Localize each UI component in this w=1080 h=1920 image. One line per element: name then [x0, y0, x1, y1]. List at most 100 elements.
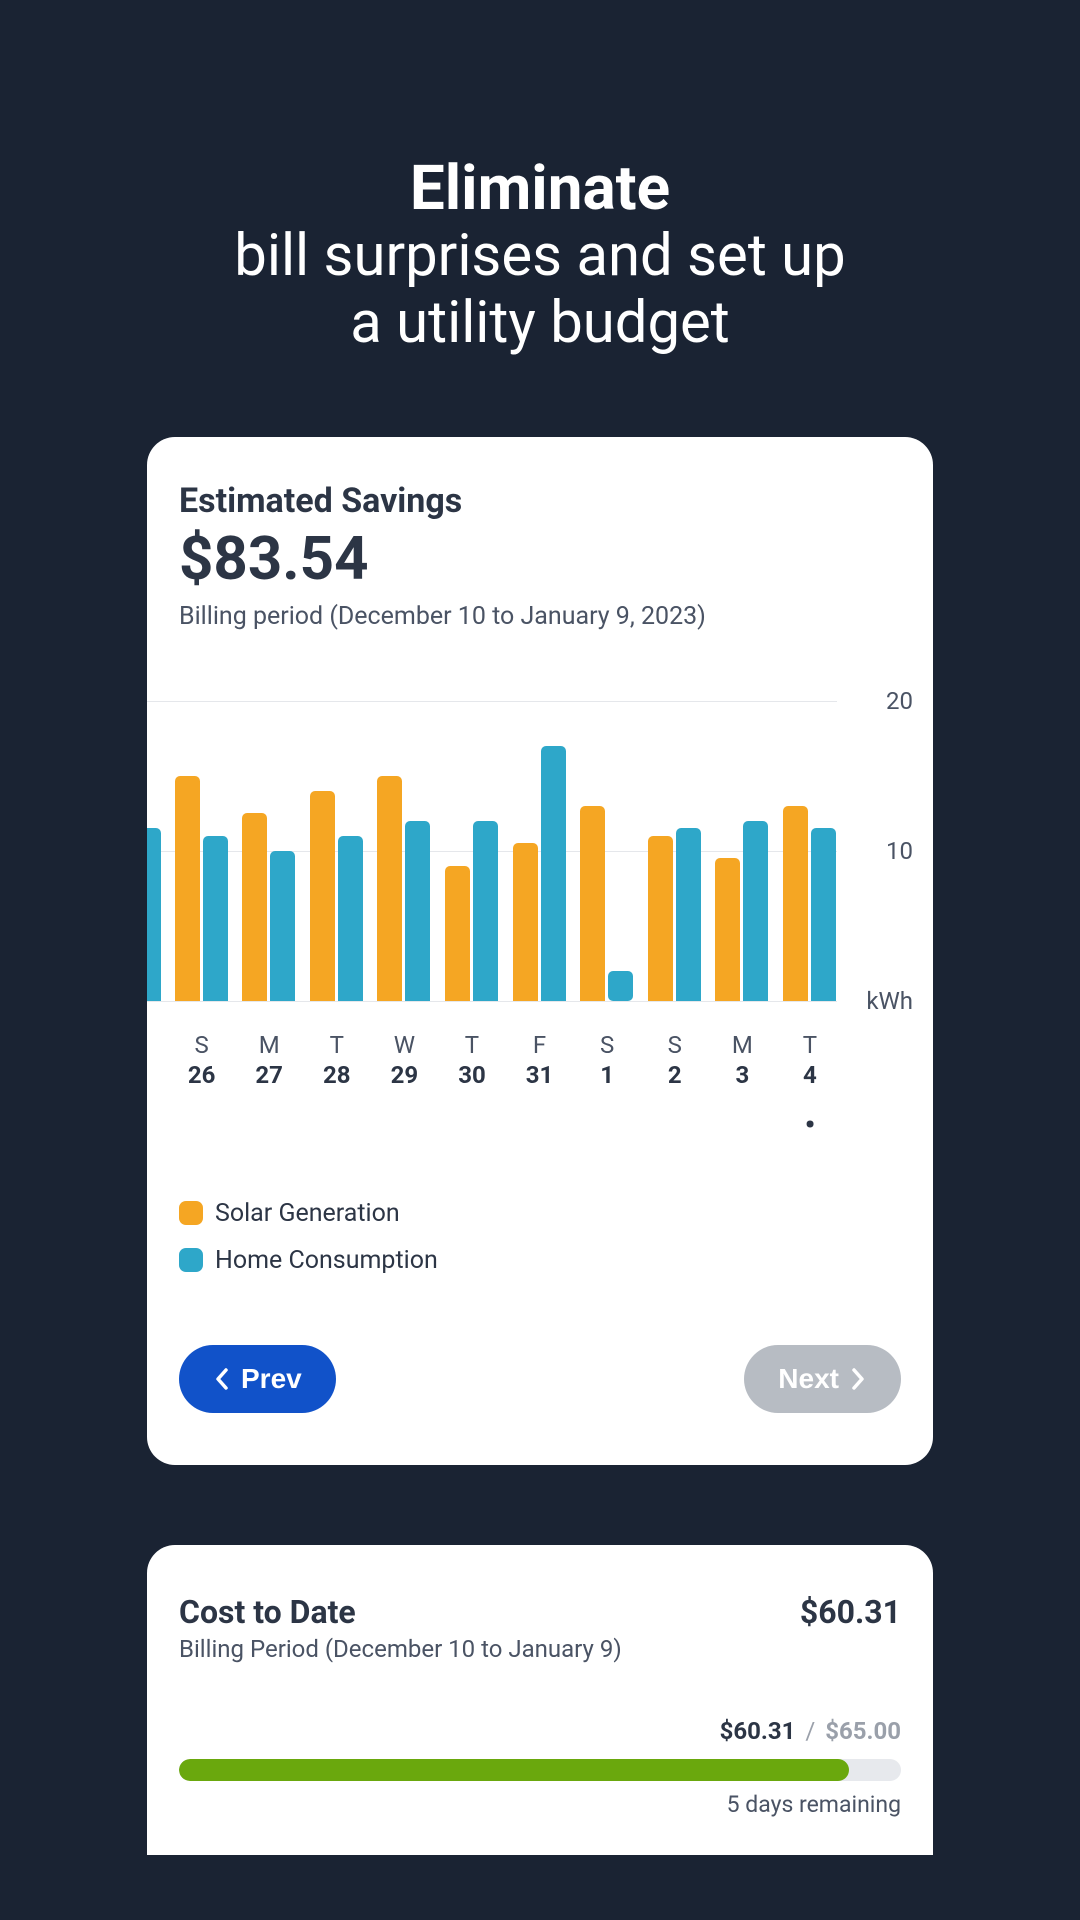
x-label: F31	[513, 1031, 567, 1139]
savings-label: Estimated Savings	[179, 481, 901, 521]
home-swatch-icon	[179, 1248, 203, 1272]
savings-card: Estimated Savings $83.54 Billing period …	[147, 437, 933, 1465]
y-tick-10: 10	[886, 837, 913, 865]
legend-solar-label: Solar Generation	[215, 1199, 400, 1228]
day-of-week: M	[242, 1031, 296, 1059]
chart-x-axis: S26M27T28W29T30F31S1S2M3T4•	[147, 1031, 837, 1139]
legend-home-label: Home Consumption	[215, 1246, 438, 1275]
date-number: 28	[310, 1061, 364, 1089]
bar-solar	[445, 866, 470, 1001]
cost-value: $60.31	[800, 1593, 901, 1631]
progress-separator: /	[805, 1717, 815, 1745]
day-of-week: S	[648, 1031, 702, 1059]
day-column	[175, 776, 229, 1001]
x-label: T4 •	[783, 1031, 837, 1139]
chevron-left-icon	[213, 1367, 231, 1391]
day-column	[783, 806, 837, 1001]
day-column	[242, 813, 296, 1001]
bar-home	[743, 821, 768, 1001]
legend-solar: Solar Generation	[179, 1199, 901, 1228]
day-column	[147, 828, 161, 1001]
cost-period: Billing Period (December 10 to January 9…	[179, 1635, 901, 1663]
bar-home	[811, 828, 836, 1001]
day-of-week: T	[445, 1031, 499, 1059]
heading-line-1: bill surprises and set up	[0, 223, 1080, 290]
y-tick-20: 20	[886, 687, 913, 715]
heading-line-2: a utility budget	[0, 290, 1080, 357]
date-number: 30	[445, 1061, 499, 1089]
progress-text: $60.31 / $65.00	[179, 1717, 901, 1745]
date-number: 27	[242, 1061, 296, 1089]
day-column	[648, 828, 702, 1001]
heading-bold: Eliminate	[0, 155, 1080, 223]
x-label: W29	[377, 1031, 431, 1139]
next-label: Next	[778, 1363, 839, 1395]
x-label: M27	[242, 1031, 296, 1139]
solar-swatch-icon	[179, 1201, 203, 1225]
legend-home: Home Consumption	[179, 1246, 901, 1275]
bar-home	[338, 836, 363, 1001]
bar-solar	[648, 836, 673, 1001]
day-of-week: W	[377, 1031, 431, 1059]
date-number: 1	[580, 1061, 634, 1089]
page-heading: Eliminate bill surprises and set up a ut…	[0, 0, 1080, 357]
current-day-dot-icon: •	[783, 1111, 837, 1139]
day-of-week: F	[513, 1031, 567, 1059]
bar-solar	[513, 843, 538, 1001]
days-remaining: 5 days remaining	[179, 1791, 901, 1818]
bar-home	[676, 828, 701, 1001]
bar-home	[473, 821, 498, 1001]
chevron-right-icon	[849, 1367, 867, 1391]
progress-bar-fill	[179, 1759, 849, 1781]
bar-home	[147, 828, 161, 1001]
x-label: S26	[175, 1031, 229, 1139]
billing-period: Billing period (December 10 to January 9…	[179, 602, 901, 631]
day-column	[715, 821, 769, 1001]
progress-total: $65.00	[825, 1717, 901, 1745]
day-column	[513, 746, 567, 1001]
next-button[interactable]: Next	[744, 1345, 901, 1413]
pager: Prev Next	[179, 1345, 901, 1413]
date-number: 2	[648, 1061, 702, 1089]
bar-home	[541, 746, 566, 1001]
day-of-week: S	[580, 1031, 634, 1059]
date-number: 31	[513, 1061, 567, 1089]
date-number: 29	[377, 1061, 431, 1089]
day-of-week: M	[715, 1031, 769, 1059]
day-column	[445, 821, 499, 1001]
day-of-week: S	[175, 1031, 229, 1059]
bar-home	[270, 851, 295, 1001]
day-of-week: T	[310, 1031, 364, 1059]
savings-amount: $83.54	[179, 523, 901, 594]
day-of-week: T	[783, 1031, 837, 1059]
chart-legend: Solar Generation Home Consumption	[179, 1199, 901, 1275]
prev-label: Prev	[241, 1363, 302, 1395]
day-column	[377, 776, 431, 1001]
bar-solar	[715, 858, 740, 1001]
progress-bar	[179, 1759, 901, 1781]
bar-solar	[175, 776, 200, 1001]
x-label: S2	[648, 1031, 702, 1139]
bar-solar	[783, 806, 808, 1001]
bar-solar	[580, 806, 605, 1001]
date-number: 26	[175, 1061, 229, 1089]
date-number: 3	[715, 1061, 769, 1089]
bar-home	[203, 836, 228, 1001]
bar-chart: 20 10 kWh S26M27T28W29T30F31S1S2M3T4•	[147, 701, 933, 1139]
chart-bars	[147, 701, 837, 1001]
bar-solar	[242, 813, 267, 1001]
bar-home	[608, 971, 633, 1001]
x-label: T28	[310, 1031, 364, 1139]
day-column	[580, 806, 634, 1001]
bar-home	[405, 821, 430, 1001]
x-label: S1	[580, 1031, 634, 1139]
bar-solar	[310, 791, 335, 1001]
y-axis-unit: kWh	[866, 987, 913, 1015]
bar-solar	[377, 776, 402, 1001]
progress-current: $60.31	[720, 1717, 796, 1745]
x-label: T30	[445, 1031, 499, 1139]
date-number: 4	[783, 1061, 837, 1089]
cost-label: Cost to Date	[179, 1593, 356, 1631]
day-column	[310, 791, 364, 1001]
prev-button[interactable]: Prev	[179, 1345, 336, 1413]
